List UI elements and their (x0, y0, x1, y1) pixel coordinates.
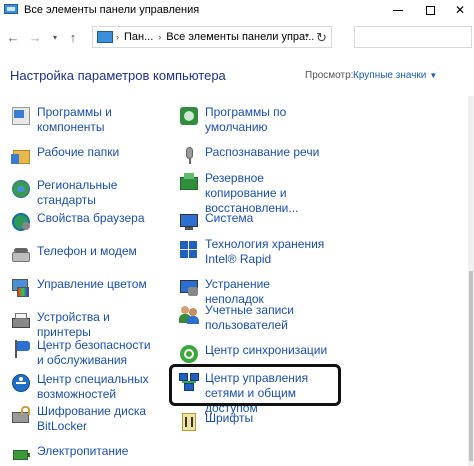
caret-down-icon: ▼ (429, 71, 438, 80)
item-label: Центр безопасности и обслуживания (37, 338, 151, 367)
page-title: Настройка параметров компьютера (10, 68, 226, 83)
item-internet-options[interactable]: Свойства браузера (10, 211, 160, 233)
backup-restore-icon (178, 171, 200, 193)
up-button[interactable]: ↑ (64, 27, 82, 47)
item-label: Шрифты (205, 411, 254, 425)
programs-icon (10, 105, 32, 127)
item-security-maintenance[interactable]: Центр безопасности и обслуживания (10, 338, 160, 368)
color-management-icon (10, 277, 32, 299)
navigation-bar: ← → ▾ ↑ › Пан... › Все элементы панели у… (0, 24, 474, 50)
scrollbar-thumb[interactable] (469, 271, 473, 461)
item-label: Свойства браузера (37, 211, 145, 225)
troubleshooting-icon (178, 277, 200, 299)
control-panel-icon (97, 31, 113, 43)
item-speech-recognition[interactable]: Распознавание речи (178, 145, 328, 167)
breadcrumb-control-panel[interactable]: Пан... (124, 31, 153, 43)
chevron-right-icon: › (116, 32, 119, 42)
arrow-right-icon: → (28, 29, 42, 45)
address-bar[interactable]: › Пан... › Все элементы панели упра... ▾… (92, 26, 332, 48)
refresh-icon[interactable]: ↻ (316, 30, 327, 46)
chevron-down-icon[interactable]: ▾ (305, 31, 309, 40)
item-fonts[interactable]: Шрифты (178, 411, 328, 433)
item-user-accounts[interactable]: Учетные записи пользователей (178, 303, 328, 333)
view-by-dropdown[interactable]: Крупные значки ▼ (353, 70, 437, 81)
ease-of-access-icon (10, 372, 32, 394)
close-icon: ✕ (454, 3, 466, 17)
arrow-up-icon: ↑ (69, 29, 77, 45)
item-system[interactable]: Система (178, 211, 328, 233)
minimize-button[interactable] (382, 0, 414, 20)
phone-modem-icon (10, 244, 32, 266)
item-label: Устройства и принтеры (37, 310, 110, 339)
work-folders-icon (10, 145, 32, 167)
item-label: Центр специальных возможностей (37, 372, 149, 401)
item-label: Рабочие папки (37, 145, 120, 159)
default-programs-icon (178, 105, 200, 127)
item-label: Управление цветом (37, 277, 147, 291)
forward-button[interactable]: → (26, 27, 44, 47)
security-flag-icon (10, 338, 32, 360)
search-input[interactable] (354, 26, 472, 48)
recent-locations-button[interactable]: ▾ (46, 27, 64, 47)
item-work-folders[interactable]: Рабочие папки (10, 145, 160, 167)
close-button[interactable]: ✕ (444, 0, 474, 20)
item-label: Учетные записи пользователей (205, 303, 294, 332)
devices-printers-icon (10, 310, 32, 332)
item-color-management[interactable]: Управление цветом (10, 277, 160, 299)
maximize-button[interactable] (414, 0, 446, 20)
item-backup-restore[interactable]: Резервное копирование и восстановлени... (178, 171, 338, 216)
item-devices-printers[interactable]: Устройства и принтеры (10, 310, 160, 340)
vertical-scrollbar[interactable] (468, 96, 474, 466)
item-programs-features[interactable]: Программы и компоненты (10, 105, 160, 135)
item-sync-center[interactable]: Центр синхронизации (178, 343, 328, 365)
power-options-icon (10, 444, 32, 466)
arrow-left-icon: ← (6, 29, 20, 45)
intel-rapid-icon (178, 237, 200, 259)
item-phone-modem[interactable]: Телефон и модем (10, 244, 160, 266)
item-label: Программы по умолчанию (205, 105, 287, 134)
item-region[interactable]: Региональные стандарты (10, 178, 170, 208)
item-intel-rapid-storage[interactable]: Технология хранения Intel® Rapid (178, 237, 328, 267)
item-bitlocker[interactable]: Шифрование диска BitLocker (10, 404, 160, 434)
sync-center-icon (178, 343, 200, 365)
system-icon (178, 211, 200, 233)
breadcrumb-all-items[interactable]: Все элементы панели упра... (166, 31, 314, 43)
item-ease-of-access[interactable]: Центр специальных возможностей (10, 372, 160, 402)
item-label: Система (205, 211, 254, 225)
bitlocker-icon (10, 404, 32, 426)
item-default-programs[interactable]: Программы по умолчанию (178, 105, 318, 135)
chevron-right-icon: › (158, 32, 162, 42)
item-label: Распознавание речи (205, 145, 320, 159)
microphone-icon (178, 145, 200, 167)
internet-options-icon (10, 211, 32, 233)
item-power-options[interactable]: Электропитание (10, 444, 160, 466)
region-icon (10, 178, 32, 200)
highlight-box (169, 364, 341, 406)
item-label: Резервное копирование и восстановлени... (205, 171, 299, 215)
minimize-icon (393, 9, 403, 11)
item-label: Технология хранения Intel® Rapid (205, 237, 325, 266)
item-label: Программы и компоненты (37, 105, 112, 134)
fonts-icon (178, 411, 200, 433)
item-label: Шифрование диска BitLocker (37, 404, 147, 433)
control-panel-icon (4, 4, 18, 16)
window-title: Все элементы панели управления (24, 4, 200, 16)
view-by-value: Крупные значки (353, 70, 427, 81)
item-label: Электропитание (37, 444, 129, 458)
user-accounts-icon (178, 303, 200, 325)
item-label: Центр синхронизации (205, 343, 328, 357)
chevron-down-icon: ▾ (52, 32, 57, 42)
maximize-icon (425, 5, 435, 15)
item-label: Региональные стандарты (37, 178, 118, 207)
back-button[interactable]: ← (4, 27, 22, 47)
item-label: Телефон и модем (37, 244, 137, 258)
view-by-label: Просмотр: (305, 70, 354, 81)
